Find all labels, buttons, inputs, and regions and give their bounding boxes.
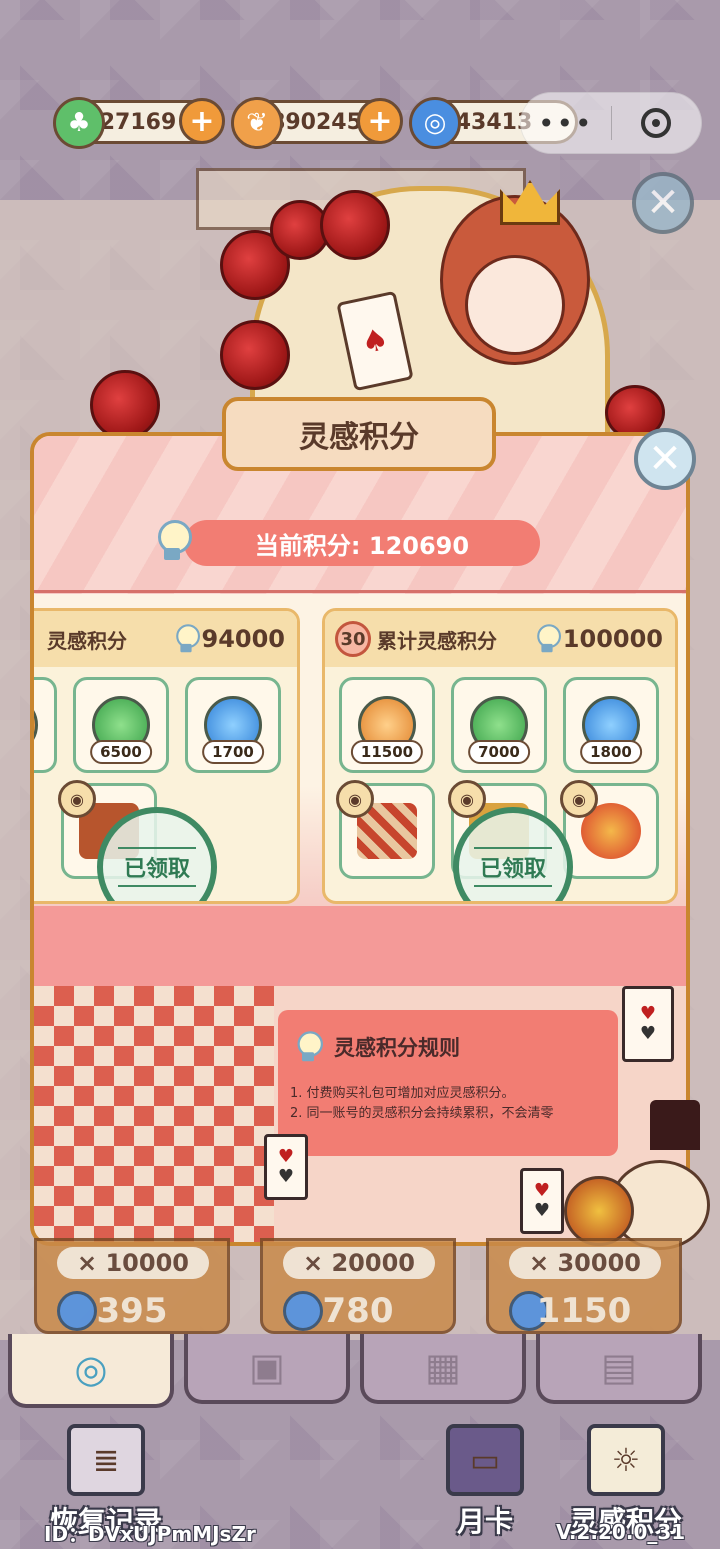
clover-icon: ♣ [53, 97, 105, 149]
close-icon[interactable]: ✕ [634, 428, 696, 490]
currency-clover: ♣ 27169 + [53, 97, 225, 149]
shop-item[interactable]: × 10000 395 [34, 1238, 230, 1334]
preview-eye-icon[interactable]: ◉ [448, 780, 486, 818]
reward-qty: 1800 [580, 740, 642, 764]
bulb-icon: ☼ [587, 1424, 665, 1496]
reward-item[interactable] [34, 677, 57, 773]
add-shell-button[interactable]: + [357, 98, 403, 144]
claimed-stamp-text: 已领取 [117, 847, 196, 887]
rules-line-1: 1. 付费购买礼包可增加对应灵感积分。 [290, 1086, 515, 1101]
current-points-pill: 当前积分: 120690 [158, 520, 540, 566]
queen-face [465, 255, 565, 355]
monthly-card-button[interactable]: ▭ 月卡 [446, 1424, 524, 1540]
reward-tier-card[interactable]: 灵感积分 94000 6500 1700 ◉ 已领取 [34, 608, 300, 904]
tier-requirement: 100000 [529, 616, 663, 662]
shop-item[interactable]: × 30000 1150 [486, 1238, 682, 1334]
rules-line-2: 2. 同一账号的灵感积分会持续累积，不会清零 [290, 1106, 554, 1121]
target-icon [641, 108, 672, 138]
swirl-icon: ◎ [409, 97, 461, 149]
tier-level-badge: 30 [335, 621, 371, 657]
tier-label: 灵感积分 [47, 628, 127, 653]
currency-clover-value: 27169 [99, 109, 177, 135]
card-icon: ▭ [446, 1424, 524, 1496]
shop-row: × 10000 395 × 20000 780 × 30000 1150 [34, 1238, 682, 1334]
bulb-icon [173, 623, 200, 655]
monthly-card-label: 月卡 [456, 1505, 513, 1538]
reward-item[interactable]: 6500 [73, 677, 169, 773]
close-miniprogram-button[interactable] [612, 108, 702, 138]
checkered-room-illustration [34, 986, 274, 1242]
shirt-icon: ▣ [249, 1345, 285, 1389]
clipboard-icon: ≣ [67, 1424, 145, 1496]
scroll-icon: ▤ [601, 1345, 637, 1389]
shop-item-price: 1150 [536, 1291, 632, 1331]
furniture-reward-item[interactable]: ◉ [560, 780, 659, 879]
reward-item[interactable]: 1800 [563, 677, 659, 773]
tier-requirement-value: 94000 [201, 625, 286, 653]
tier-divider [34, 590, 686, 593]
heart-strip [34, 906, 686, 986]
rules-title: 灵感积分规则 [334, 1036, 460, 1060]
tier-label: 累计灵感积分 [377, 628, 497, 653]
shop-item-quantity: × 10000 [57, 1247, 209, 1279]
more-menu-button[interactable]: ••• [521, 107, 611, 140]
tier-requirement-value: 100000 [562, 625, 663, 653]
bulb-icon [295, 1030, 323, 1065]
tab-currency[interactable]: ◎ [8, 1334, 174, 1408]
version-text: V.2.20.0_31 [556, 1520, 686, 1544]
bulb-icon [154, 518, 192, 564]
reward-qty: 11500 [350, 740, 424, 764]
currency-shell: ❦ 890245 + [231, 97, 403, 149]
reward-item[interactable]: 11500 [339, 677, 435, 773]
tab-clothing[interactable]: ▣ [184, 1334, 350, 1404]
rules-title-row: 灵感积分规则 [290, 1024, 606, 1070]
current-points-text: 当前积分: 120690 [254, 531, 470, 560]
top-hat-icon [650, 1100, 700, 1150]
shop-item[interactable]: × 20000 780 [260, 1238, 456, 1334]
ornament-ball-icon [564, 1176, 634, 1246]
bulb-icon [534, 623, 561, 655]
reward-items-row: 6500 1700 [34, 667, 297, 773]
mascot-character [560, 1100, 710, 1250]
reward-items-row: 11500 7000 1800 [325, 667, 675, 773]
tab-gift[interactable]: ▦ [360, 1334, 526, 1404]
heart-card-icon: ♥ ♥ [264, 1134, 308, 1200]
furniture-reward-item[interactable]: ◉ [336, 780, 435, 879]
heart-card-icon: ♥ ♥ [622, 986, 674, 1062]
miniprogram-capsule: ••• [520, 92, 702, 154]
currency-bar: ♣ 27169 + ❦ 890245 + ◎ 43413 [53, 97, 578, 149]
shop-item-price: 395 [96, 1291, 168, 1331]
preview-eye-icon[interactable]: ◉ [58, 780, 96, 818]
reward-item[interactable]: 1700 [185, 677, 281, 773]
tab-scroll[interactable]: ▤ [536, 1334, 702, 1404]
add-clover-button[interactable]: + [179, 98, 225, 144]
modal-title: 灵感积分 [222, 397, 496, 471]
gift-icon: ▦ [425, 1345, 461, 1389]
shop-item-quantity: × 20000 [283, 1247, 435, 1279]
shop-item-quantity: × 30000 [509, 1247, 661, 1279]
shell-icon: ❦ [231, 97, 283, 149]
swirl-icon: ◎ [74, 1347, 108, 1391]
claimed-stamp-text: 已领取 [473, 847, 552, 887]
tier-header: 30 累计灵感积分 100000 [325, 611, 675, 667]
reward-qty: 1700 [202, 740, 264, 764]
shell-icon [34, 696, 38, 754]
user-id: ID：DVxUJPmMJsZr [44, 1522, 256, 1546]
tier-header: 灵感积分 94000 [34, 611, 297, 667]
preview-eye-icon[interactable]: ◉ [336, 780, 374, 818]
reward-qty: 7000 [468, 740, 530, 764]
preview-eye-icon[interactable]: ◉ [560, 780, 598, 818]
currency-shell-value: 890245 [270, 109, 362, 135]
reward-tier-card[interactable]: 30 累计灵感积分 100000 11500 7000 1800 ◉ ◉ ◉ 已… [322, 608, 678, 904]
tier-requirement: 94000 [168, 616, 286, 662]
reward-item[interactable]: 7000 [451, 677, 547, 773]
reward-qty: 6500 [90, 740, 152, 764]
shop-tabs: ◎ ▣ ▦ ▤ [8, 1334, 702, 1408]
shop-item-price: 780 [322, 1291, 394, 1331]
heart-card-icon: ♥ ♥ [520, 1168, 564, 1234]
